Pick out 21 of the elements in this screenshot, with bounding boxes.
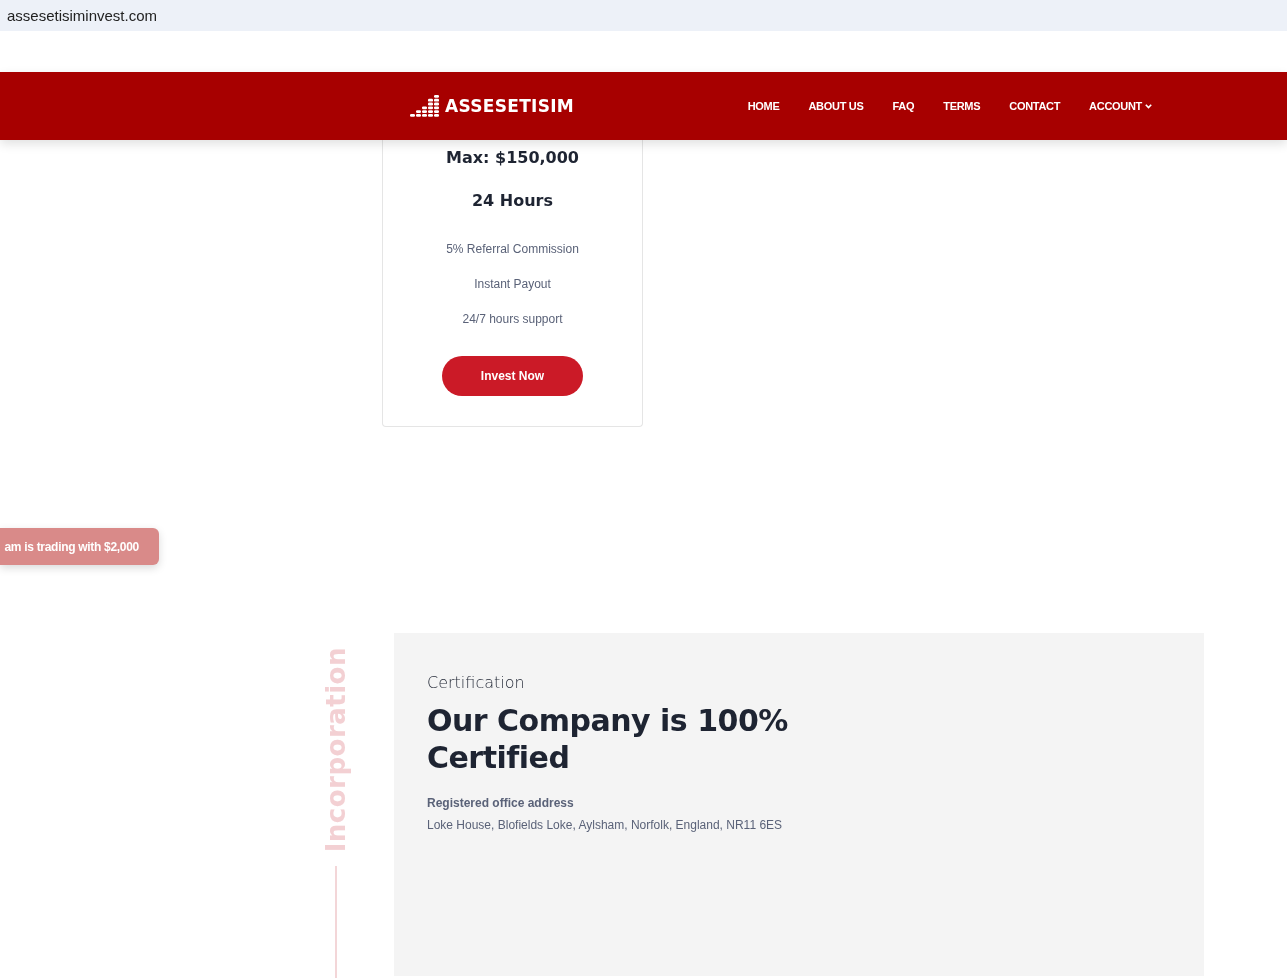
nav-link[interactable]: HOME	[747, 100, 780, 112]
plan-feature: 5% Referral Commission	[446, 242, 579, 256]
chevron-down-icon	[1145, 103, 1152, 109]
brand-name[interactable]: ASSESETISIM	[445, 96, 575, 116]
invest-now-button[interactable]: Invest Now	[442, 356, 583, 396]
nav-link[interactable]: ABOUT US	[808, 100, 864, 112]
office-address: Loke House, Blofields Loke, Aylsham, Norfolk, England, NR11 6ES	[427, 818, 784, 832]
plan-duration: 24 Hours	[472, 191, 553, 210]
nav-link[interactable]: TERMS	[943, 100, 981, 112]
nav-link[interactable]: ACCOUNT	[1089, 100, 1152, 112]
plan-feature: Instant Payout	[474, 277, 551, 291]
section-heading: Our Company is 100% Certified	[427, 702, 789, 776]
section-eyebrow: Certification	[427, 673, 526, 692]
trading-notification: am is trading with $2,000	[0, 528, 159, 565]
address-label: Registered office address	[427, 796, 575, 810]
nav-link[interactable]: CONTACT	[1009, 100, 1061, 112]
plan-max: Max: $150,000	[446, 148, 579, 167]
plan-feature: 24/7 hours support	[462, 312, 563, 326]
address-bar-url[interactable]: assesetisiminvest.com	[7, 7, 158, 24]
nav-link[interactable]: FAQ	[892, 100, 915, 112]
coin-stack-logo-icon	[410, 95, 440, 117]
